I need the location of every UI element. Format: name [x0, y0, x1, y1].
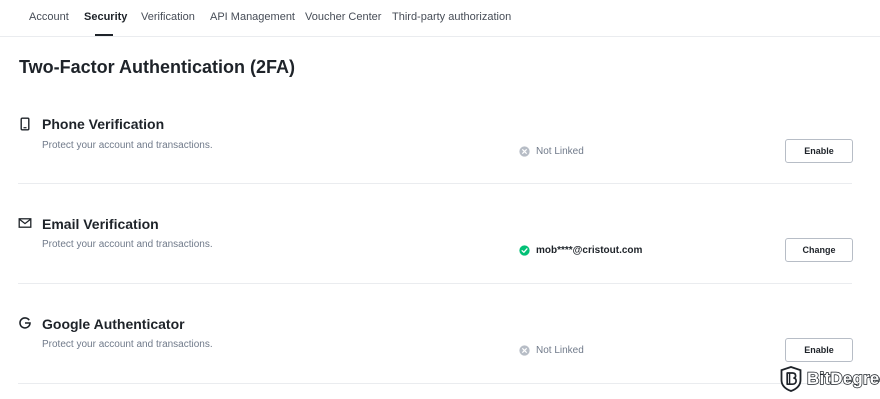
status-text: Not Linked: [536, 145, 584, 157]
divider: [18, 183, 852, 184]
email-verification-section: Email Verification Protect your account …: [0, 210, 880, 284]
phone-verification-section: Phone Verification Protect your account …: [0, 110, 880, 184]
phone-icon: [20, 117, 30, 131]
method-title: Phone Verification: [42, 116, 165, 132]
tab-security[interactable]: Security: [84, 11, 127, 23]
status-text: Not Linked: [536, 344, 584, 356]
check-circle-icon: [519, 244, 530, 256]
tab-voucher-center[interactable]: Voucher Center: [305, 11, 381, 23]
method-description: Protect your account and transactions.: [42, 140, 213, 151]
method-status: Not Linked: [519, 343, 584, 357]
bitdegree-watermark: BitDegree: [780, 366, 880, 392]
method-description: Protect your account and transactions.: [42, 339, 213, 350]
method-status: Not Linked: [519, 144, 584, 158]
tab-third-party-authorization[interactable]: Third-party authorization: [392, 11, 511, 23]
watermark-text: BitDegree: [806, 368, 880, 388]
linked-email: mob****@cristout.com: [536, 244, 643, 256]
tab-bar: Account Security Verification API Manage…: [0, 0, 880, 37]
enable-phone-button[interactable]: Enable: [785, 139, 853, 163]
x-circle-icon: [519, 344, 530, 356]
google-authenticator-section: Google Authenticator Protect your accoun…: [0, 310, 880, 384]
method-description: Protect your account and transactions.: [42, 239, 213, 250]
security-page: Account Security Verification API Manage…: [0, 0, 880, 399]
google-icon: [19, 317, 31, 329]
method-title: Google Authenticator: [42, 316, 185, 332]
method-status: mob****@cristout.com: [519, 243, 642, 257]
divider: [18, 383, 852, 384]
tab-account[interactable]: Account: [29, 11, 69, 23]
active-tab-indicator: [95, 34, 113, 36]
enable-google-authenticator-button[interactable]: Enable: [785, 338, 853, 362]
bitdegree-logo-icon: [780, 366, 802, 392]
tab-verification[interactable]: Verification: [141, 11, 195, 23]
x-circle-icon: [519, 145, 530, 157]
mail-icon: [18, 218, 32, 228]
page-title: Two-Factor Authentication (2FA): [19, 57, 295, 77]
divider: [18, 283, 852, 284]
change-email-button[interactable]: Change: [785, 238, 853, 262]
method-title: Email Verification: [42, 216, 159, 232]
tab-api-management[interactable]: API Management: [210, 11, 295, 23]
